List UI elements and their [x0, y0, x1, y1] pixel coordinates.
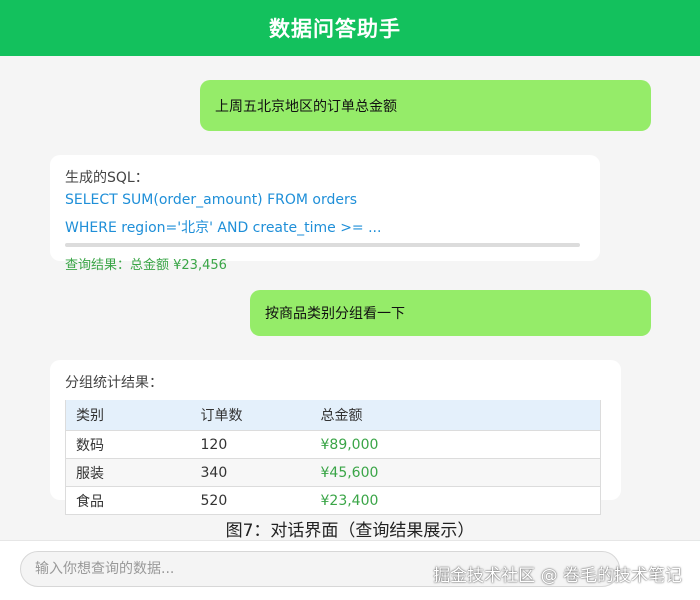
- column-header-total-amount: 总金额: [310, 400, 601, 431]
- user-message-2-text: 按商品类别分组看一下: [265, 306, 405, 322]
- cell-total-amount: ¥23,400: [310, 486, 601, 515]
- sql-code-line-1: SELECT SUM(order_amount) FROM orders: [65, 192, 358, 208]
- cell-order-count: 340: [190, 458, 311, 487]
- cell-total-amount: ¥89,000: [310, 430, 601, 459]
- sql-response-card: 生成的SQL： SELECT SUM(order_amount) FROM or…: [50, 155, 600, 261]
- cell-category: 食品: [65, 486, 191, 515]
- table-row: 食品 520 ¥23,400: [65, 486, 601, 515]
- sql-label: 生成的SQL：: [65, 170, 149, 186]
- sql-horizontal-scrollbar[interactable]: [65, 243, 580, 247]
- table-header-row: 类别 订单数 总金额: [65, 400, 601, 431]
- column-header-category: 类别: [65, 400, 191, 431]
- cell-category: 服装: [65, 458, 191, 487]
- user-message-1: 上周五北京地区的订单总金额: [200, 80, 651, 131]
- table-row: 服装 340 ¥45,600: [65, 458, 601, 487]
- column-header-order-count: 订单数: [190, 400, 311, 431]
- sql-code-line-2: WHERE region='北京' AND create_time >= ...: [65, 220, 382, 236]
- app-header: 数据问答助手: [0, 0, 700, 56]
- group-stats-table: 类别 订单数 总金额 数码 120 ¥89,000 服装 340 ¥45,600…: [65, 400, 601, 515]
- cell-order-count: 520: [190, 486, 311, 515]
- watermark: 掘金技术社区 @ 卷毛的技术笔记: [433, 566, 682, 586]
- user-message-2: 按商品类别分组看一下: [250, 290, 651, 336]
- user-message-1-text: 上周五北京地区的订单总金额: [215, 98, 397, 115]
- figure-caption: 图7：对话界面（查询结果展示）: [225, 521, 475, 541]
- cell-order-count: 120: [190, 430, 311, 459]
- group-stats-label: 分组统计结果：: [65, 375, 163, 391]
- app-title: 数据问答助手: [269, 17, 401, 41]
- cell-total-amount: ¥45,600: [310, 458, 601, 487]
- cell-category: 数码: [65, 430, 191, 459]
- query-result-text: 查询结果：总金额 ¥23,456: [65, 258, 227, 273]
- table-row: 数码 120 ¥89,000: [65, 430, 601, 459]
